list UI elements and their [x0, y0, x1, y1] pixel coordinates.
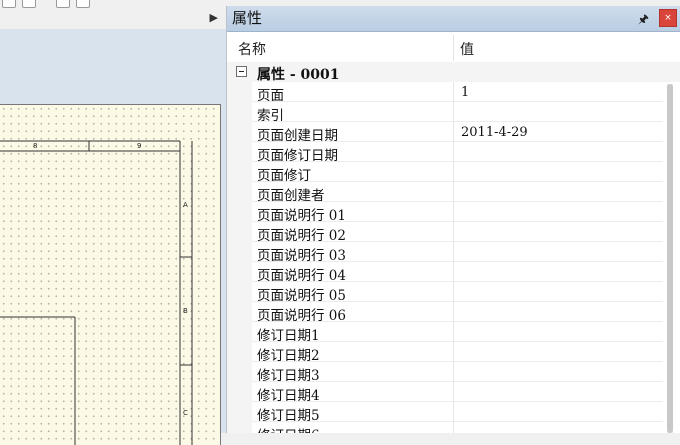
row-divider — [453, 142, 454, 162]
row-divider — [453, 342, 454, 362]
row-gutter — [227, 202, 252, 222]
property-row[interactable]: 页面说明行 01 — [227, 202, 680, 224]
property-row[interactable]: 修订日期2 — [227, 342, 680, 364]
sheet-border-frame: 8 9 A B C — [0, 140, 193, 445]
row-divider — [453, 202, 454, 222]
property-row[interactable]: 修订日期4 — [227, 382, 680, 404]
row-gutter — [227, 142, 252, 162]
row-divider — [453, 282, 454, 302]
property-row[interactable]: 页面创建者 — [227, 182, 680, 204]
image-icon[interactable] — [22, 0, 36, 8]
document-icon[interactable] — [76, 0, 90, 8]
row-divider — [453, 422, 454, 433]
column-header-name[interactable]: 名称 — [238, 39, 266, 59]
row-divider — [453, 382, 454, 402]
drawing-tabstrip: ▶ — [0, 8, 226, 30]
folder-icon[interactable] — [2, 0, 16, 8]
row-gutter — [227, 162, 252, 182]
property-row[interactable]: 页面修订日期 — [227, 142, 680, 164]
collapse-minus-icon[interactable] — [236, 66, 247, 77]
row-divider — [453, 402, 454, 422]
row-divider — [453, 102, 454, 122]
row-divider — [453, 182, 454, 202]
close-button[interactable]: × — [659, 9, 677, 27]
properties-panel: 属性 🖈 × 名称 值 属性 - 0001 页面 1 索引 页面创建日期 2011-4-… — [226, 6, 680, 433]
property-row[interactable]: 修订日期3 — [227, 362, 680, 384]
property-row[interactable]: 修订日期5 — [227, 402, 680, 424]
property-group-row[interactable]: 属性 - 0001 — [227, 62, 680, 83]
property-name: 修订日期6 — [257, 424, 320, 433]
property-value[interactable]: 2011-4-29 — [461, 125, 528, 140]
column-header-value[interactable]: 值 — [460, 39, 474, 59]
column-divider[interactable] — [453, 35, 454, 61]
row-divider — [453, 302, 454, 322]
properties-titlebar[interactable]: 属性 🖈 × — [227, 6, 680, 32]
row-gutter — [227, 122, 252, 142]
row-gutter — [227, 102, 252, 122]
property-row[interactable]: 页面创建日期 2011-4-29 — [227, 122, 680, 144]
column-label-8: 8 — [33, 142, 37, 150]
property-row[interactable]: 页面 1 — [227, 82, 680, 104]
row-label-b: B — [183, 307, 188, 315]
tab-scroll-right-icon[interactable]: ▶ — [210, 11, 218, 25]
row-gutter — [227, 262, 252, 282]
scrollbar-thumb[interactable] — [667, 84, 673, 433]
row-gutter — [227, 242, 252, 262]
property-group-label: 属性 - 0001 — [257, 67, 340, 83]
row-gutter — [227, 402, 252, 422]
property-row[interactable]: 页面说明行 03 — [227, 242, 680, 264]
drawing-pane: ▶ 8 9 A B C — [0, 0, 226, 445]
main-toolbar — [0, 0, 226, 8]
row-gutter — [227, 302, 252, 322]
row-gutter — [227, 182, 252, 202]
panel-title: 属性 — [232, 9, 263, 27]
column-label-9: 9 — [137, 142, 141, 150]
row-gutter — [227, 362, 252, 382]
row-label-c: C — [183, 409, 188, 417]
row-divider — [453, 82, 454, 102]
row-gutter — [227, 342, 252, 362]
property-row[interactable]: 页面说明行 02 — [227, 222, 680, 244]
property-row[interactable]: 页面说明行 05 — [227, 282, 680, 304]
row-divider — [453, 362, 454, 382]
row-gutter — [227, 322, 252, 342]
row-gutter — [227, 422, 252, 433]
property-row[interactable]: 页面说明行 04 — [227, 262, 680, 284]
property-rows: 页面 1 索引 页面创建日期 2011-4-29 页面修订日期 页面修订 页面创建者 页面说明行… — [227, 82, 680, 433]
property-row[interactable]: 修订日期1 — [227, 322, 680, 344]
property-row[interactable]: 页面说明行 06 — [227, 302, 680, 324]
page-icon[interactable] — [56, 0, 70, 8]
row-gutter — [227, 382, 252, 402]
row-divider — [453, 162, 454, 182]
row-gutter — [227, 82, 252, 102]
property-value[interactable]: 1 — [461, 85, 469, 100]
vertical-scrollbar[interactable] — [667, 84, 673, 433]
row-divider — [453, 122, 454, 142]
row-divider — [453, 242, 454, 262]
property-row[interactable]: 修订日期6 — [227, 422, 680, 433]
property-row[interactable]: 页面修订 — [227, 162, 680, 184]
row-divider — [453, 222, 454, 242]
row-gutter — [227, 222, 252, 242]
schematic-sheet[interactable]: 8 9 A B C — [0, 104, 221, 445]
row-label-a: A — [183, 201, 188, 209]
row-divider — [453, 322, 454, 342]
pin-icon[interactable]: 🖈 — [638, 10, 649, 31]
row-gutter — [227, 282, 252, 302]
drawing-canvas[interactable]: 8 9 A B C — [0, 29, 226, 445]
property-row[interactable]: 索引 — [227, 102, 680, 124]
properties-column-header: 名称 值 — [227, 32, 680, 62]
row-divider — [453, 262, 454, 282]
